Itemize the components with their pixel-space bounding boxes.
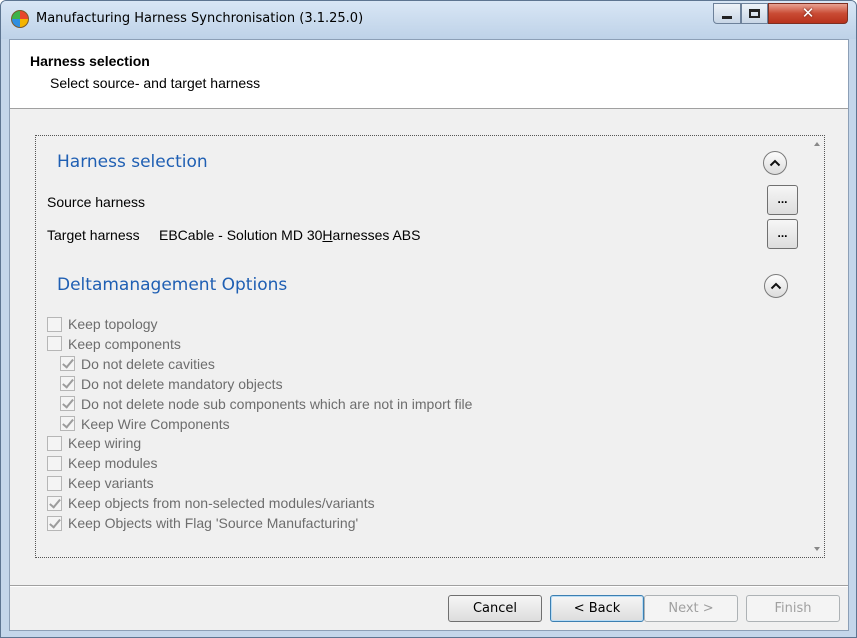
option-label: Keep topology — [68, 316, 158, 332]
dialog-client-area: Harness selection Select source- and tar… — [9, 39, 849, 631]
delta-section-title: Deltamanagement Options — [57, 275, 288, 295]
title-bar[interactable]: Manufacturing Harness Synchronisation (3… — [1, 1, 856, 39]
next-button[interactable]: Next > — [644, 595, 738, 622]
option-label: Keep objects from non-selected modules/v… — [68, 495, 375, 512]
option-checkbox[interactable] — [60, 376, 75, 392]
target-harness-value-part: EBCable - Solution MD 30 — [159, 227, 323, 243]
option-checkbox[interactable] — [47, 515, 62, 531]
option-checkbox-row[interactable]: Do not delete cavities — [60, 355, 215, 373]
page-subtitle: Select source- and target harness — [50, 75, 261, 91]
close-button[interactable]: ✕ — [768, 3, 848, 24]
target-harness-label: Target harness — [47, 227, 140, 243]
chevron-up-icon — [769, 159, 781, 167]
option-checkbox-row[interactable]: Keep wiring — [47, 434, 141, 452]
close-icon: ✕ — [801, 4, 815, 22]
scroll-up-arrow-icon[interactable] — [814, 142, 820, 146]
delta-section-collapse-button[interactable] — [764, 274, 788, 298]
option-checkbox[interactable] — [47, 316, 62, 332]
option-checkbox-row[interactable]: Keep objects from non-selected modules/v… — [47, 494, 375, 512]
option-label: Keep Wire Components — [81, 415, 230, 432]
option-checkbox[interactable] — [47, 475, 62, 491]
cancel-button[interactable]: Cancel — [448, 595, 542, 622]
option-checkbox[interactable] — [47, 455, 62, 471]
option-label: Do not delete node sub components which … — [81, 395, 473, 412]
app-logo-icon — [11, 10, 29, 28]
option-label: Keep variants — [68, 475, 154, 492]
options-panel[interactable]: Harness selection Source harness ... Tar… — [35, 135, 825, 558]
minimize-icon — [722, 16, 732, 19]
target-harness-value-mnemonic: H — [322, 227, 333, 243]
option-checkbox-row[interactable]: Keep modules — [47, 454, 158, 472]
window-title: Manufacturing Harness Synchronisation (3… — [36, 11, 364, 26]
option-label: Keep modules — [68, 455, 158, 472]
option-checkbox-row[interactable]: Keep Objects with Flag 'Source Manufactu… — [47, 514, 358, 532]
target-harness-browse-button[interactable]: ... — [767, 219, 798, 249]
option-label: Keep wiring — [68, 435, 142, 452]
dialog-window: Manufacturing Harness Synchronisation (3… — [0, 0, 857, 638]
option-checkbox[interactable] — [60, 356, 75, 372]
back-button[interactable]: < Back — [550, 595, 644, 622]
option-checkbox-row[interactable]: Do not delete mandatory objects — [60, 375, 283, 393]
target-harness-value-part: arnesses ABS — [332, 227, 421, 243]
option-checkbox-row[interactable]: Keep variants — [47, 474, 154, 492]
option-checkbox[interactable] — [47, 336, 62, 352]
option-checkbox[interactable] — [47, 495, 62, 511]
option-checkbox[interactable] — [60, 416, 75, 431]
maximize-button[interactable] — [741, 3, 768, 24]
source-harness-browse-button[interactable]: ... — [767, 185, 798, 215]
chevron-up-icon — [770, 282, 782, 290]
option-label: Do not delete mandatory objects — [81, 375, 283, 392]
option-checkbox-row[interactable]: Do not delete node sub components which … — [60, 395, 472, 413]
harness-section-collapse-button[interactable] — [763, 151, 787, 175]
footer-divider — [10, 585, 848, 587]
harness-section-title: Harness selection — [57, 152, 208, 172]
option-checkbox[interactable] — [60, 396, 75, 412]
wizard-header: Harness selection Select source- and tar… — [10, 40, 848, 109]
minimize-button[interactable] — [713, 3, 741, 24]
target-harness-value: EBCable - Solution MD 30Harnesses ABS — [159, 227, 420, 243]
scroll-down-arrow-icon[interactable] — [814, 547, 820, 551]
option-checkbox-row[interactable]: Keep Wire Components — [60, 415, 230, 433]
option-label: Keep components — [68, 335, 181, 352]
page-title: Harness selection — [30, 53, 150, 69]
source-harness-label: Source harness — [47, 194, 146, 210]
option-checkbox-row[interactable]: Keep components — [47, 335, 181, 353]
option-label: Do not delete cavities — [81, 355, 215, 372]
finish-button[interactable]: Finish — [746, 595, 840, 622]
option-checkbox-row[interactable]: Keep topology — [47, 315, 158, 333]
maximize-icon — [749, 9, 760, 18]
option-label: Keep Objects with Flag 'Source Manufactu… — [68, 515, 359, 531]
option-checkbox[interactable] — [47, 435, 62, 451]
